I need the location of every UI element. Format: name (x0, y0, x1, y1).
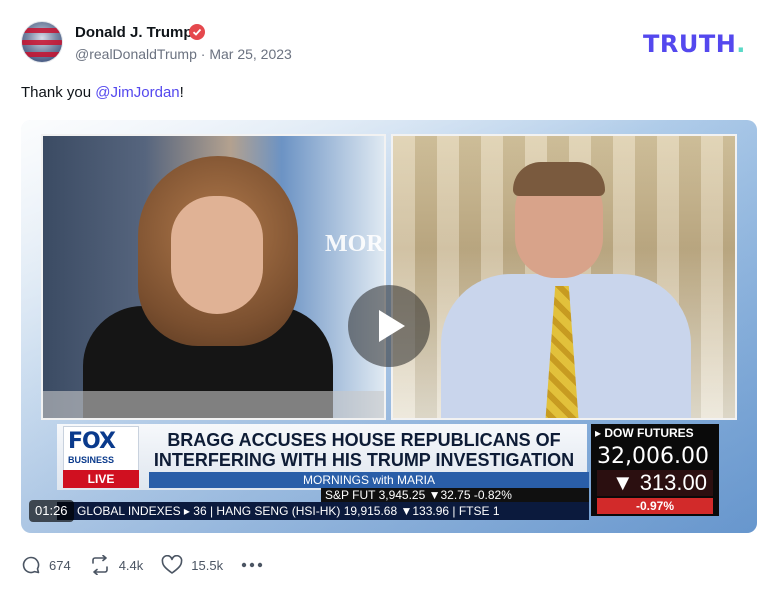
futures-value: 32,006.00 (597, 444, 709, 469)
like-count: 15.5k (191, 557, 224, 573)
futures-change: ▼ 313.00 (597, 470, 713, 496)
sp-ticker: S&P FUT 3,945.25 ▼32.75 -0.82% (321, 488, 589, 502)
truth-logo-dot: . (736, 30, 746, 58)
post-text-suffix: ! (179, 84, 184, 101)
author-avatar[interactable] (21, 21, 63, 63)
post-text-prefix: Thank you (21, 84, 96, 101)
mention-link[interactable]: @JimJordan (95, 84, 179, 101)
post-date[interactable]: Mar 25, 2023 (209, 46, 292, 62)
video-timestamp: 01:26 (29, 500, 74, 522)
more-options-button[interactable] (241, 562, 263, 568)
live-badge: LIVE (63, 470, 139, 488)
video-right-panel (391, 134, 737, 420)
retruth-button[interactable]: 4.4k (89, 555, 144, 575)
dow-futures-box: ▸ DOW FUTURES 32,006.00 ▼ 313.00 -0.97% (591, 424, 719, 516)
fox-logo-sub: BUSINESS (68, 455, 115, 465)
futures-label: ▸ DOW FUTURES (595, 426, 694, 440)
global-ticker: GLOBAL INDEXES ▸ 36 | HANG SENG (HSI-HK)… (57, 502, 589, 520)
heart-icon (161, 555, 183, 574)
fox-logo-text: FOX (68, 429, 116, 454)
chyron-line-1: BRAGG ACCUSES HOUSE REPUBLICANS OF (167, 430, 561, 450)
avatar-stripe (22, 28, 62, 33)
author-handle[interactable]: @realDonaldTrump (75, 46, 197, 62)
verified-badge-icon (189, 24, 205, 40)
author-name[interactable]: Donald J. Trump (75, 24, 193, 41)
truth-logo-text: TRUTH (643, 30, 737, 58)
reply-count: 674 (49, 557, 71, 573)
video-player[interactable]: MORN FOX BUSINESS LIVE BRAGG ACCUSES HOU… (21, 120, 757, 533)
chyron-line-2: INTERFERING WITH HIS TRUMP INVESTIGATION (153, 450, 575, 470)
like-button[interactable]: 15.5k (161, 555, 223, 575)
avatar-stripe (22, 52, 62, 57)
post-actions: 674 4.4k 15.5k (21, 553, 263, 577)
truth-logo[interactable]: TRUTH. (643, 30, 746, 58)
futures-percent: -0.97% (597, 498, 713, 514)
chyron-headline: BRAGG ACCUSES HOUSE REPUBLICANS OF INTER… (149, 430, 579, 470)
retruth-count: 4.4k (118, 557, 144, 573)
more-dots-icon (241, 562, 263, 568)
play-icon (379, 310, 405, 342)
avatar-stripe (22, 40, 62, 45)
anchor-face (171, 196, 263, 314)
post-text: Thank you @JimJordan! (21, 84, 184, 101)
video-left-panel: MORN (41, 134, 386, 420)
guest-hair (513, 162, 605, 196)
play-button[interactable] (348, 285, 430, 367)
retruth-icon (91, 555, 108, 575)
show-name-bar: MORNINGS with MARIA (149, 472, 589, 488)
reply-button[interactable]: 674 (21, 555, 71, 575)
studio-desk (43, 391, 384, 418)
studio-logo: MORN (325, 231, 384, 257)
author-meta: @realDonaldTrump · Mar 25, 2023 (75, 46, 292, 62)
reply-icon (22, 556, 40, 574)
truth-post: Donald J. Trump @realDonaldTrump · Mar 2… (0, 0, 778, 596)
